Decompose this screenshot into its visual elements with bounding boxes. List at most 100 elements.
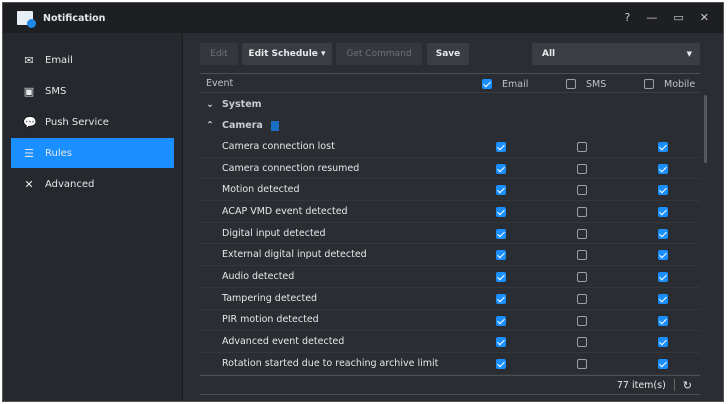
email-checkbox[interactable] (496, 315, 506, 326)
table-row[interactable]: Camera connection lost (200, 136, 700, 158)
minimize-button[interactable]: — (646, 11, 657, 24)
mobile-checkbox[interactable] (658, 358, 668, 369)
sidebar-item-push-service[interactable]: 💬 Push Service (11, 107, 174, 137)
email-checkbox[interactable] (496, 142, 506, 152)
app-logo-icon (17, 11, 36, 28)
sms-checkbox[interactable] (577, 228, 587, 239)
maximize-button[interactable]: ▭ (673, 11, 683, 24)
email-column-header[interactable]: Email (482, 74, 528, 94)
sms-icon: ▣ (23, 84, 35, 98)
scrollbar[interactable] (704, 95, 707, 163)
sms-checkbox[interactable] (577, 358, 587, 369)
help-button[interactable]: ? (625, 11, 631, 24)
sms-checkbox[interactable] (577, 185, 587, 196)
event-name: Motion detected (222, 184, 300, 196)
sms-checkbox[interactable] (577, 272, 587, 283)
email-checkbox[interactable] (496, 272, 506, 283)
sidebar-item-email[interactable]: ✉ Email (11, 45, 174, 75)
sms-checkbox[interactable] (577, 207, 587, 218)
mobile-checkbox[interactable] (658, 337, 668, 348)
email-checkbox[interactable] (496, 207, 506, 218)
filter-value: All (542, 49, 556, 59)
chevron-up-icon: ⌃ (206, 120, 214, 131)
get-command-button[interactable]: Get Command (336, 43, 422, 65)
sidebar-item-label: Email (45, 54, 73, 66)
event-name: Audio detected (222, 270, 295, 282)
mobile-checkbox[interactable] (658, 293, 668, 304)
sms-column-header[interactable]: SMS (566, 74, 606, 94)
mobile-checkbox[interactable] (658, 272, 668, 283)
refresh-icon[interactable]: ↻ (683, 379, 692, 392)
email-select-all-checkbox[interactable] (482, 79, 492, 89)
table-row[interactable]: Digital input detected (200, 223, 700, 245)
event-name: Advanced event detected (222, 336, 345, 348)
list-icon: ☰ (24, 146, 34, 160)
table-row[interactable]: PIR motion detected (200, 310, 700, 332)
mobile-checkbox[interactable] (658, 207, 668, 218)
close-button[interactable]: ✕ (700, 11, 709, 24)
divider (673, 379, 675, 391)
table-row[interactable]: Audio detected (200, 266, 700, 288)
email-checkbox[interactable] (496, 250, 506, 261)
window-title: Notification (43, 12, 106, 24)
chevron-down-icon: ⌄ (206, 99, 214, 110)
edit-button[interactable]: Edit (200, 43, 238, 65)
sidebar-item-label: Push Service (45, 116, 109, 128)
table-header: Event Email SMS Mobile (200, 73, 700, 93)
table-row[interactable]: Rotation started due to reaching archive… (200, 353, 700, 375)
sidebar-item-sms[interactable]: ▣ SMS (11, 76, 174, 106)
sms-checkbox[interactable] (577, 315, 587, 326)
rules-table: Camera connection lost Camera connection … (200, 136, 700, 375)
table-row[interactable]: Camera connection resumed (200, 158, 700, 180)
edit-schedule-button[interactable]: Edit Schedule ▾ (242, 43, 332, 65)
group-camera[interactable]: ⌃ Camera (206, 120, 279, 131)
notification-window: Notification ? — ▭ ✕ ✉ Email ▣ SMS 💬 Push S… (2, 2, 724, 402)
table-row[interactable]: Motion detected (200, 179, 700, 202)
sms-select-all-checkbox[interactable] (566, 79, 576, 89)
sms-checkbox[interactable] (577, 293, 587, 304)
envelope-icon: ✉ (24, 53, 34, 67)
chat-bubble-icon: 💬 (23, 115, 37, 129)
email-checkbox[interactable] (496, 185, 506, 196)
event-name: Tampering detected (222, 292, 318, 304)
table-row[interactable]: Tampering detected (200, 288, 700, 310)
mobile-checkbox[interactable] (658, 185, 668, 196)
sidebar-item-label: Rules (45, 147, 72, 159)
mobile-checkbox[interactable] (658, 250, 668, 261)
tools-icon: ✕ (24, 177, 34, 191)
group-system[interactable]: ⌄ System (206, 99, 262, 110)
mobile-header-label: Mobile (664, 78, 696, 90)
sms-checkbox[interactable] (577, 337, 587, 348)
group-label: System (221, 99, 262, 110)
email-checkbox[interactable] (496, 358, 506, 369)
sms-checkbox[interactable] (577, 142, 587, 152)
email-checkbox[interactable] (496, 163, 506, 174)
title-bar: Notification ? — ▭ ✕ (3, 3, 723, 33)
sidebar-item-rules[interactable]: ☰ Rules (11, 138, 174, 168)
table-row[interactable]: External digital input detected (200, 244, 700, 267)
save-button[interactable]: Save (427, 43, 469, 65)
sidebar-item-advanced[interactable]: ✕ Advanced (11, 169, 174, 199)
group-label: Camera (221, 120, 263, 131)
sms-checkbox[interactable] (577, 250, 587, 261)
table-row[interactable]: ACAP VMD event detected (200, 201, 700, 223)
email-checkbox[interactable] (496, 337, 506, 348)
email-checkbox[interactable] (496, 228, 506, 239)
sidebar-item-label: SMS (45, 85, 67, 97)
table-row[interactable]: Advanced event detected (200, 331, 700, 353)
mobile-select-all-checkbox[interactable] (644, 79, 654, 89)
info-badge-icon (270, 120, 279, 131)
event-name: ACAP VMD event detected (222, 205, 348, 217)
sidebar: ✉ Email ▣ SMS 💬 Push Service ☰ Rules ✕ Advanc… (3, 33, 183, 401)
filter-select[interactable]: All ▼ (532, 43, 700, 65)
email-checkbox[interactable] (496, 293, 506, 304)
sms-checkbox[interactable] (577, 163, 587, 174)
event-name: Rotation started due to reaching archive… (222, 357, 439, 369)
mobile-checkbox[interactable] (658, 228, 668, 239)
mobile-column-header[interactable]: Mobile (644, 74, 695, 94)
mobile-checkbox[interactable] (658, 163, 668, 174)
event-name: Camera connection lost (222, 140, 335, 152)
mobile-checkbox[interactable] (658, 142, 668, 152)
table-footer: 77 item(s) ↻ (200, 375, 700, 395)
mobile-checkbox[interactable] (658, 315, 668, 326)
